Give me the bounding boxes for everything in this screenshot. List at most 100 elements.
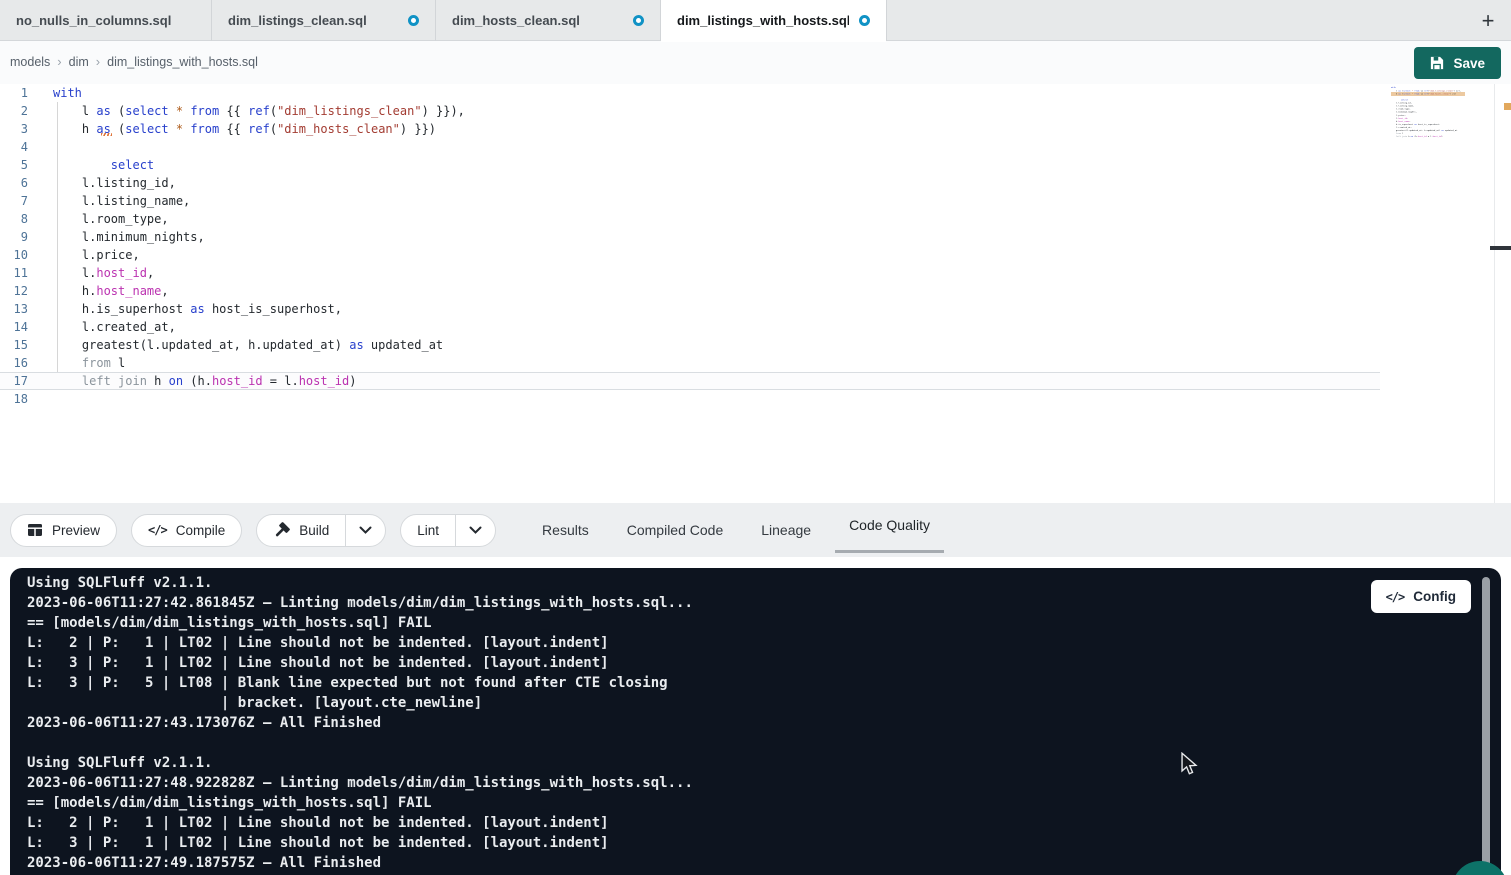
terminal-line: L: 2 | P: 1 | LT02 | Line should not be … bbox=[27, 633, 1381, 653]
line-number: 16 bbox=[0, 354, 28, 372]
config-label: Config bbox=[1413, 589, 1456, 604]
line-number: 2 bbox=[0, 102, 28, 120]
terminal-line: Using SQLFluff v2.1.1. bbox=[27, 573, 1381, 593]
build-split-button: Build bbox=[256, 514, 386, 547]
breadcrumb-separator-icon: › bbox=[96, 54, 100, 69]
overview-warning-marker bbox=[1504, 103, 1511, 110]
compile-button[interactable]: </> Compile bbox=[131, 514, 242, 547]
save-button[interactable]: Save bbox=[1414, 47, 1501, 79]
chevron-down-icon bbox=[359, 526, 372, 535]
build-label: Build bbox=[299, 523, 329, 538]
table-icon bbox=[27, 522, 43, 538]
modified-dot-icon bbox=[633, 15, 644, 26]
line-number: 11 bbox=[0, 264, 28, 282]
terminal-line: | bracket. [layout.cte_newline] bbox=[27, 693, 1381, 713]
line-number: 17 bbox=[0, 373, 28, 389]
plus-icon: + bbox=[1482, 8, 1495, 34]
line-number: 14 bbox=[0, 318, 28, 336]
line-number: 15 bbox=[0, 336, 28, 354]
editor-tab[interactable]: no_nulls_in_columns.sql bbox=[0, 0, 212, 41]
code-line[interactable]: 13 h.is_superhost as host_is_superhost, bbox=[0, 300, 1380, 318]
code-line[interactable]: 12 h.host_name, bbox=[0, 282, 1380, 300]
minimap-line bbox=[1391, 138, 1465, 141]
result-panel-tabs: Results Compiled Code Lineage Code Quality bbox=[540, 503, 932, 557]
panel-tab-code-quality[interactable]: Code Quality bbox=[847, 503, 932, 557]
build-button[interactable]: Build bbox=[257, 515, 345, 546]
panel-tab-label: Code Quality bbox=[849, 517, 930, 533]
editor-tab-bar: no_nulls_in_columns.sql dim_listings_clea… bbox=[0, 0, 1511, 41]
code-line[interactable]: 11 l.host_id, bbox=[0, 264, 1380, 282]
terminal-scrollbar[interactable] bbox=[1482, 577, 1490, 867]
line-number: 7 bbox=[0, 192, 28, 210]
hammer-icon bbox=[273, 522, 290, 539]
tab-label: dim_listings_with_hosts.sql bbox=[677, 13, 849, 28]
code-line[interactable]: 16 from l bbox=[0, 354, 1380, 372]
terminal-line: == [models/dim/dim_listings_with_hosts.s… bbox=[27, 613, 1381, 633]
terminal-line: 2023-06-06T11:27:42.861845Z — Linting mo… bbox=[27, 593, 1381, 613]
line-number: 4 bbox=[0, 138, 28, 156]
modified-dot-icon bbox=[408, 15, 419, 26]
panel-tab-label: Results bbox=[542, 522, 589, 538]
terminal-line: == [models/dim/dim_listings_with_hosts.s… bbox=[27, 793, 1381, 813]
code-line[interactable]: 1with bbox=[0, 84, 1380, 102]
breadcrumb-separator-icon: › bbox=[57, 54, 61, 69]
action-toolbar: Preview </> Compile Build Lint bbox=[0, 503, 1511, 557]
code-line[interactable]: 5 select bbox=[0, 156, 1380, 174]
new-tab-button[interactable]: + bbox=[1465, 0, 1511, 41]
lint-split-button: Lint bbox=[400, 514, 496, 547]
modified-dot-icon bbox=[859, 15, 870, 26]
line-number: 13 bbox=[0, 300, 28, 318]
editor-tab[interactable]: dim_listings_with_hosts.sql bbox=[661, 0, 887, 41]
code-line[interactable]: 10 l.price, bbox=[0, 246, 1380, 264]
terminal-line: L: 3 | P: 5 | LT08 | Blank line expected… bbox=[27, 673, 1381, 693]
terminal-line: L: 2 | P: 1 | LT02 | Line should not be … bbox=[27, 813, 1381, 833]
code-line[interactable]: 9 l.minimum_nights, bbox=[0, 228, 1380, 246]
terminal-line: 2023-06-06T11:27:48.922828Z — Linting mo… bbox=[27, 773, 1381, 793]
editor-tab[interactable]: dim_hosts_clean.sql bbox=[436, 0, 661, 41]
lint-output-terminal[interactable]: Using SQLFluff v2.1.1.2023-06-06T11:27:4… bbox=[10, 568, 1501, 875]
code-line[interactable]: 2 l as (select * from {{ ref("dim_listin… bbox=[0, 102, 1380, 120]
code-icon: </> bbox=[1386, 590, 1405, 604]
lint-button[interactable]: Lint bbox=[401, 515, 455, 546]
code-line[interactable]: 4 bbox=[0, 138, 1380, 156]
minimap-line: h as (select * from {{ ref("dim_hosts_cl… bbox=[1391, 92, 1465, 95]
file-header-bar: models › dim › dim_listings_with_hosts.sql S… bbox=[0, 41, 1511, 84]
code-editor[interactable]: 1with2 l as (select * from {{ ref("dim_l… bbox=[0, 84, 1511, 503]
editor-tab[interactable]: dim_listings_clean.sql bbox=[212, 0, 436, 41]
terminal-line bbox=[27, 733, 1381, 753]
minimap[interactable]: with l as (select * from {{ ref("dim_lis… bbox=[1391, 86, 1465, 144]
overview-cursor-marker bbox=[1490, 246, 1511, 250]
tab-label: dim_listings_clean.sql bbox=[228, 13, 367, 28]
code-line[interactable]: 3 h as (select * from {{ ref("dim_hosts_… bbox=[0, 120, 1380, 138]
terminal-output: Using SQLFluff v2.1.1.2023-06-06T11:27:4… bbox=[27, 573, 1381, 873]
code-line[interactable]: 7 l.listing_name, bbox=[0, 192, 1380, 210]
preview-button[interactable]: Preview bbox=[10, 514, 117, 547]
line-number: 18 bbox=[0, 390, 28, 408]
config-button[interactable]: </> Config bbox=[1371, 580, 1471, 613]
line-number: 8 bbox=[0, 210, 28, 228]
panel-tab-compiled-code[interactable]: Compiled Code bbox=[625, 503, 726, 557]
terminal-line: L: 3 | P: 1 | LT02 | Line should not be … bbox=[27, 833, 1381, 853]
lint-dropdown-button[interactable] bbox=[456, 515, 495, 546]
build-dropdown-button[interactable] bbox=[346, 515, 385, 546]
code-line[interactable]: 15 greatest(l.updated_at, h.updated_at) … bbox=[0, 336, 1380, 354]
code-line[interactable]: 18 bbox=[0, 390, 1380, 408]
terminal-line: 2023-06-06T11:27:43.173076Z — All Finish… bbox=[27, 713, 1381, 733]
code-line[interactable]: 14 l.created_at, bbox=[0, 318, 1380, 336]
code-line[interactable]: 6 l.listing_id, bbox=[0, 174, 1380, 192]
line-number: 1 bbox=[0, 84, 28, 102]
breadcrumb: models › dim › dim_listings_with_hosts.sql bbox=[10, 54, 258, 69]
code-line[interactable]: 17 left join h on (h.host_id = l.host_id… bbox=[0, 372, 1380, 390]
breadcrumb-item: dim_listings_with_hosts.sql bbox=[107, 55, 258, 69]
code-line[interactable]: 8 l.room_type, bbox=[0, 210, 1380, 228]
floppy-disk-icon bbox=[1430, 56, 1444, 70]
chevron-down-icon bbox=[469, 526, 482, 535]
panel-tab-lineage[interactable]: Lineage bbox=[759, 503, 813, 557]
panel-tab-results[interactable]: Results bbox=[540, 503, 591, 557]
breadcrumb-item[interactable]: dim bbox=[69, 55, 89, 69]
breadcrumb-item[interactable]: models bbox=[10, 55, 50, 69]
terminal-line: L: 3 | P: 1 | LT02 | Line should not be … bbox=[27, 653, 1381, 673]
lint-squiggle-marker bbox=[101, 133, 112, 136]
code-icon: </> bbox=[148, 523, 167, 537]
tab-label: dim_hosts_clean.sql bbox=[452, 13, 580, 28]
